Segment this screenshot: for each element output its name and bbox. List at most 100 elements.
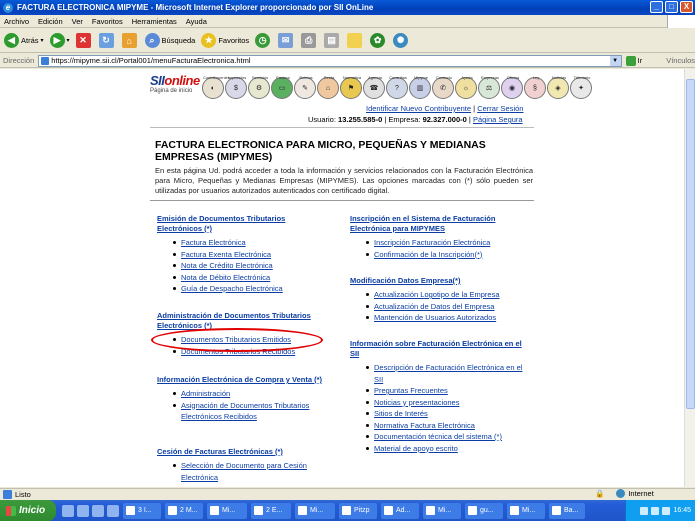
task-icon xyxy=(210,506,219,515)
menu-icon-normativa[interactable]: Normativa ⚑ xyxy=(340,75,362,99)
go-button[interactable]: Ir xyxy=(625,55,642,66)
list-item-link[interactable]: Factura Exenta Electrónica xyxy=(157,249,327,261)
menu-icon-contacto[interactable]: Contacto ✆ xyxy=(432,75,454,99)
chevron-down-icon[interactable]: ▼ xyxy=(609,55,621,66)
taskbar-item[interactable]: Mi... xyxy=(423,502,461,519)
list-item-link[interactable]: Nota de Débito Electrónica xyxy=(157,272,327,284)
taskbar-item[interactable]: 3 I... xyxy=(123,502,161,519)
list-item-link[interactable]: Mantención de Usuarios Autorizados xyxy=(350,312,530,324)
menu-icon-consultas[interactable]: Consultas? xyxy=(386,75,408,99)
section-compra-venta: Información Electrónica de Compra y Vent… xyxy=(157,375,337,423)
list-item-link[interactable]: Asignación de Documentos Tributarios Ele… xyxy=(157,400,337,423)
list-item-link[interactable]: Normativa Factura Electrónica xyxy=(350,420,530,432)
tray-network-icon[interactable] xyxy=(640,506,649,515)
menu-edicion[interactable]: Edición xyxy=(38,17,63,26)
section-title[interactable]: Cesión de Facturas Electrónicas (*) xyxy=(157,447,337,457)
list-item-link[interactable]: Nota de Crédito Electrónica xyxy=(157,260,327,272)
list-item-link[interactable]: Factura Electrónica xyxy=(157,237,327,249)
clock[interactable]: 16:45 xyxy=(673,507,691,514)
discuss-button[interactable] xyxy=(347,33,364,48)
menu-icon-ayuda[interactable]: Ayuda ☼ xyxy=(455,75,477,99)
sii-logo[interactable]: SIIonline Página de inicio xyxy=(150,73,202,103)
list-item-link[interactable]: Preguntas Frecuentes xyxy=(350,385,530,397)
register-taxpayer-link[interactable]: Identificar Nuevo Contribuyente xyxy=(366,104,471,113)
taskbar-item[interactable]: 2 M... xyxy=(165,502,203,519)
list-item-link[interactable]: Administración xyxy=(157,388,337,400)
menu-icon-noticias[interactable]: Noticias ◈ xyxy=(547,75,569,99)
quicklaunch-media-icon[interactable] xyxy=(107,504,119,517)
tray-antivirus-icon[interactable] xyxy=(662,506,671,515)
taskbar-item[interactable]: Mi... xyxy=(507,502,545,519)
taskbar-item[interactable]: Mi... xyxy=(295,502,335,519)
list-item-link[interactable]: Sitios de Interés xyxy=(350,408,530,420)
menu-icon-oficina[interactable]: Oficina ◉ xyxy=(501,75,523,99)
list-item-link[interactable]: Actualización de Datos del Empresa xyxy=(350,301,530,313)
list-item-link[interactable]: Documentación técnica del sistema (*) xyxy=(350,431,530,443)
history-button[interactable]: ◷ xyxy=(255,33,272,48)
refresh-button[interactable]: ↻ xyxy=(98,33,116,48)
menu-herramientas[interactable]: Herramientas xyxy=(132,17,177,26)
taskbar-item[interactable]: gu... xyxy=(465,502,503,519)
print-button[interactable]: ⎙ xyxy=(301,33,318,48)
quicklaunch-word-icon[interactable] xyxy=(92,504,104,517)
menu-icon-servicios[interactable]: Servicios ⚙ xyxy=(248,75,270,99)
list-item-link[interactable]: Noticias y presentaciones xyxy=(350,397,530,409)
taskbar-item[interactable]: Mi... xyxy=(207,502,247,519)
edit-button[interactable]: ▤ xyxy=(324,33,341,48)
logout-link[interactable]: Cerrar Sesión xyxy=(477,104,523,113)
close-button[interactable]: X xyxy=(680,1,693,13)
list-item-link[interactable]: Inscripción Facturación Electrónica xyxy=(350,237,530,249)
links-button[interactable]: Vínculos xyxy=(666,56,695,65)
scrollbar-thumb[interactable] xyxy=(686,79,695,409)
list-item-link[interactable]: Actualización Logotipo de la Empresa xyxy=(350,289,530,301)
menu-icon-mipyme[interactable]: Mipyme ▥ xyxy=(409,75,431,99)
vertical-scrollbar[interactable] xyxy=(684,69,695,487)
menu-icon-agenda[interactable]: Agenda ☎ xyxy=(363,75,385,99)
list-item-link[interactable]: Selección de Documento para Cesión Elect… xyxy=(157,460,337,483)
menu-ver[interactable]: Ver xyxy=(72,17,83,26)
menu-icon-factura[interactable]: Factura ▭ xyxy=(271,75,293,99)
list-item-link[interactable]: Descripción de Facturación Electrónica e… xyxy=(350,362,530,385)
section-title[interactable]: Inscripción en el Sistema de Facturación… xyxy=(350,214,530,234)
mail-button[interactable]: ✉ xyxy=(278,33,295,48)
menu-icon-impuestos[interactable]: Impuestos $ xyxy=(225,75,247,99)
section-title[interactable]: Modificación Datos Empresa(*) xyxy=(350,276,530,286)
list-item-link[interactable]: Material de apoyo escrito xyxy=(350,443,530,455)
quicklaunch-ie-icon[interactable] xyxy=(62,504,74,517)
menu-icon-empresas[interactable]: Empresas ⚖ xyxy=(478,75,500,99)
menu-icon-contribuyentes[interactable]: Contribuyentes ◐ xyxy=(202,75,230,99)
taskbar-item[interactable]: 2 E... xyxy=(251,502,291,519)
section-title[interactable]: Emisión de Documentos Tributarios Electr… xyxy=(157,214,327,234)
search-button[interactable]: ⌕ Búsqueda xyxy=(144,33,195,48)
taskbar-item[interactable]: Pitzp xyxy=(339,502,377,519)
list-item-link[interactable]: Confirmación de la Inscripción(*) xyxy=(350,249,530,261)
section-title[interactable]: Información sobre Facturación Electrónic… xyxy=(350,339,530,359)
start-button[interactable]: Inicio xyxy=(0,500,56,521)
forward-button[interactable]: ▶ ▾ xyxy=(49,33,70,48)
messenger-button[interactable]: ✿ xyxy=(370,33,387,48)
menu-favoritos[interactable]: Favoritos xyxy=(92,17,123,26)
secure-page-link[interactable]: Página Segura xyxy=(473,115,523,124)
address-bar: Dirección https://mipyme.sii.cl/Portal00… xyxy=(0,54,695,68)
taskbar-item[interactable]: Ad... xyxy=(381,502,419,519)
tray-volume-icon[interactable] xyxy=(651,506,660,515)
research-button[interactable]: ✺ xyxy=(393,33,410,48)
back-button[interactable]: ◀ Atrás ▾ xyxy=(4,33,44,48)
list-item-link[interactable]: Guía de Despacho Electrónica xyxy=(157,283,327,295)
menu-icon-ley[interactable]: Ley § xyxy=(524,75,546,99)
menu-icon-tributario[interactable]: Tributario ✦ xyxy=(570,75,592,99)
home-button[interactable]: ⌂ xyxy=(121,33,139,48)
quicklaunch-desktop-icon[interactable] xyxy=(77,504,89,517)
favorites-button[interactable]: ★ Favoritos xyxy=(201,33,249,48)
minimize-button[interactable]: _ xyxy=(650,1,663,13)
menu-icon-renta[interactable]: Renta ⌂ xyxy=(317,75,339,99)
menu-icon-boletas[interactable]: Boletas ✎ xyxy=(294,75,316,99)
menu-archivo[interactable]: Archivo xyxy=(4,17,29,26)
menu-ayuda[interactable]: Ayuda xyxy=(186,17,207,26)
stop-button[interactable]: ✕ xyxy=(75,33,93,48)
maximize-button[interactable]: □ xyxy=(665,1,678,13)
task-icon xyxy=(552,506,561,515)
section-title[interactable]: Información Electrónica de Compra y Vent… xyxy=(157,375,337,385)
taskbar-item[interactable]: Ba... xyxy=(549,502,585,519)
address-input[interactable]: https://mipyme.sii.cl/Portal001/menuFact… xyxy=(38,54,622,67)
